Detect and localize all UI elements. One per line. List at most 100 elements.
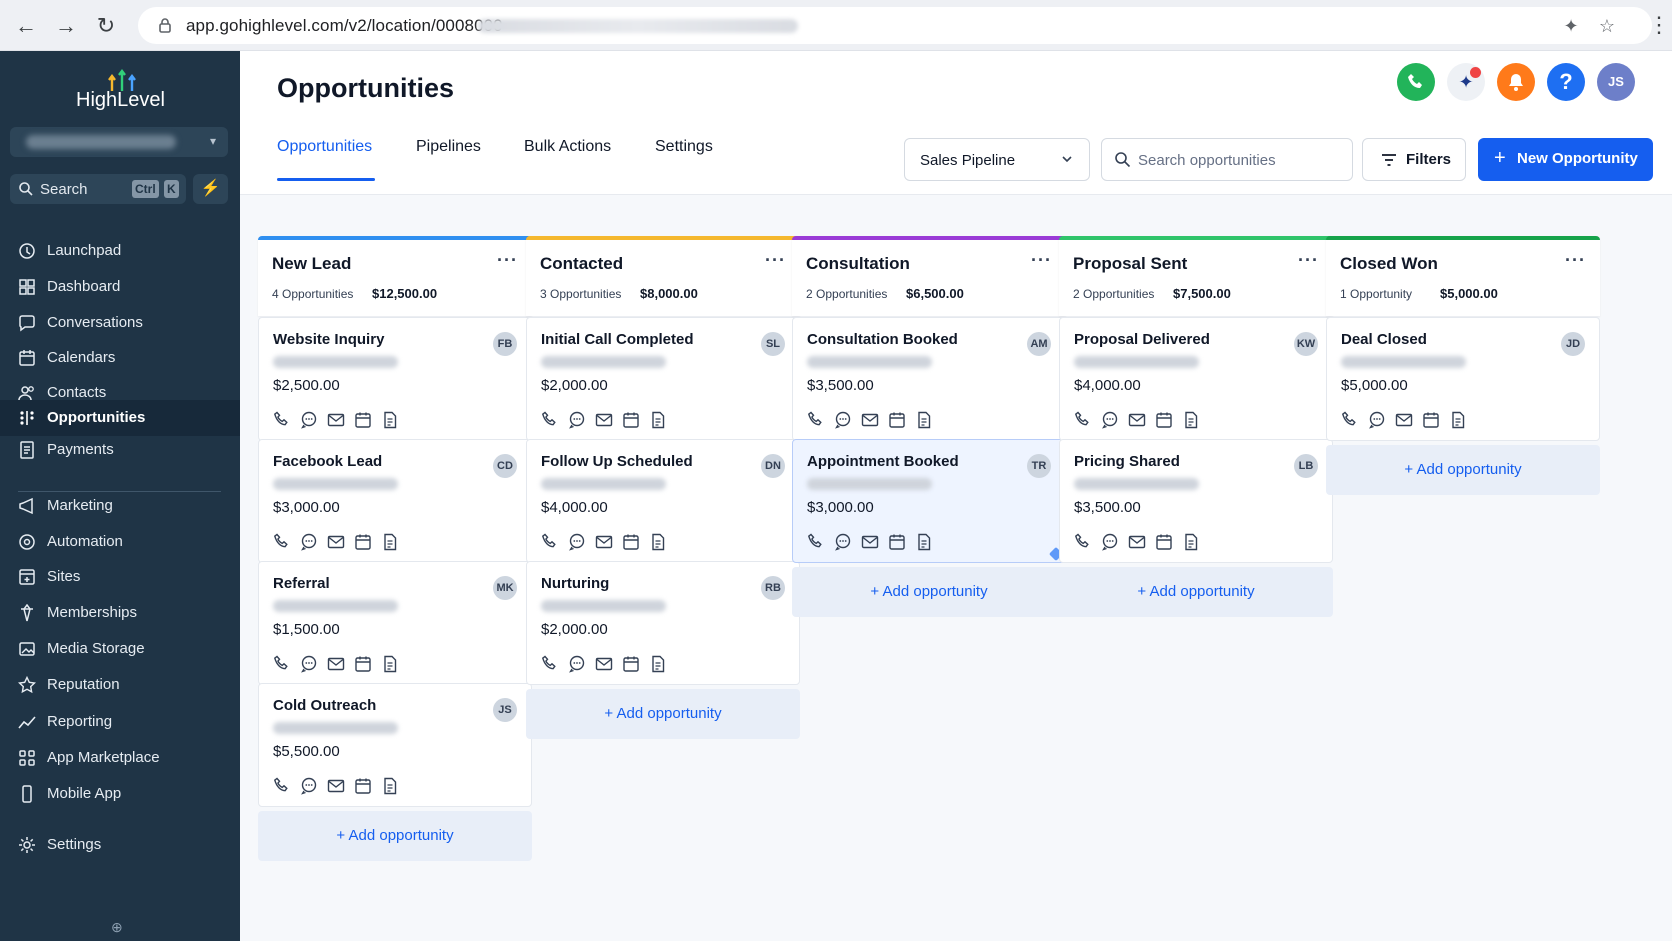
email-icon[interactable] xyxy=(1128,533,1146,551)
sidebar-item-launchpad[interactable]: Launchpad xyxy=(0,233,240,269)
assignee-avatar[interactable]: SL xyxy=(761,332,785,356)
phone-icon[interactable] xyxy=(273,777,291,795)
notes-icon[interactable] xyxy=(649,533,667,551)
opportunity-card[interactable]: Proposal Delivered KW $4,000.00 xyxy=(1059,317,1333,441)
opportunity-card[interactable]: Initial Call Completed SL $2,000.00 xyxy=(526,317,800,441)
new-opportunity-button[interactable]: + New Opportunity xyxy=(1478,138,1653,181)
calendar-icon[interactable] xyxy=(354,533,372,551)
sidebar-item-payments[interactable]: Payments xyxy=(0,432,240,468)
sidebar-item-calendars[interactable]: Calendars xyxy=(0,340,240,376)
sidebar-item-opportunities[interactable]: Opportunities xyxy=(0,400,240,436)
assignee-avatar[interactable]: KW xyxy=(1294,332,1318,356)
sidebar-item-reporting[interactable]: Reporting xyxy=(0,704,240,740)
email-icon[interactable] xyxy=(595,411,613,429)
extension-icon[interactable]: ✦ xyxy=(1560,15,1582,37)
notes-icon[interactable] xyxy=(649,655,667,673)
assignee-avatar[interactable]: JS xyxy=(493,698,517,722)
sidebar-item-dashboard[interactable]: Dashboard xyxy=(0,269,240,305)
add-opportunity-button[interactable]: + Add opportunity xyxy=(526,689,800,739)
address-bar[interactable]: app.gohighlevel.com/v2/location/0008000 … xyxy=(138,7,1652,44)
account-switcher[interactable]: ▾ xyxy=(10,127,228,157)
opportunity-card[interactable]: Cold Outreach JS $5,500.00 xyxy=(258,683,532,807)
help-button[interactable]: ? xyxy=(1547,63,1585,101)
opportunity-card[interactable]: Appointment Booked TR $3,000.00 xyxy=(792,439,1066,563)
email-icon[interactable] xyxy=(861,411,879,429)
search-opportunities-input[interactable] xyxy=(1138,150,1338,170)
opportunity-card[interactable]: Pricing Shared LB $3,500.00 xyxy=(1059,439,1333,563)
assignee-avatar[interactable]: LB xyxy=(1294,454,1318,478)
tab-settings[interactable]: Settings xyxy=(655,138,713,156)
user-avatar[interactable]: JS xyxy=(1597,63,1635,101)
email-icon[interactable] xyxy=(327,655,345,673)
ai-sparkle-button[interactable]: ✦ xyxy=(1447,63,1485,101)
email-icon[interactable] xyxy=(327,411,345,429)
bookmark-star-icon[interactable]: ☆ xyxy=(1596,15,1618,37)
calendar-icon[interactable] xyxy=(354,411,372,429)
add-opportunity-button[interactable]: + Add opportunity xyxy=(1326,445,1600,495)
phone-icon[interactable] xyxy=(541,533,559,551)
sms-icon[interactable] xyxy=(300,411,318,429)
quick-actions-bolt-icon[interactable]: ⚡ xyxy=(193,174,228,204)
sidebar-item-memberships[interactable]: Memberships xyxy=(0,595,240,631)
calendar-icon[interactable] xyxy=(1155,411,1173,429)
sms-icon[interactable] xyxy=(568,533,586,551)
phone-icon[interactable] xyxy=(1341,411,1359,429)
email-icon[interactable] xyxy=(327,533,345,551)
add-opportunity-button[interactable]: + Add opportunity xyxy=(258,811,532,861)
reload-icon[interactable]: ↻ xyxy=(92,12,120,40)
collapse-sidebar-icon[interactable]: ⊕ xyxy=(111,919,123,936)
forward-arrow-icon[interactable]: → xyxy=(52,12,80,40)
sidebar-item-settings[interactable]: Settings xyxy=(0,827,240,863)
opportunity-card[interactable]: Nurturing RB $2,000.00 xyxy=(526,561,800,685)
phone-icon[interactable] xyxy=(273,655,291,673)
phone-icon[interactable] xyxy=(541,655,559,673)
filters-button[interactable]: Filters xyxy=(1362,138,1466,181)
calendar-icon[interactable] xyxy=(888,533,906,551)
sidebar-item-automation[interactable]: Automation xyxy=(0,524,240,560)
assignee-avatar[interactable]: TR xyxy=(1027,454,1051,478)
more-options-icon[interactable]: ··· xyxy=(1298,250,1319,271)
calendar-icon[interactable] xyxy=(1422,411,1440,429)
notes-icon[interactable] xyxy=(649,411,667,429)
notes-icon[interactable] xyxy=(1182,533,1200,551)
notifications-button[interactable] xyxy=(1497,63,1535,101)
more-options-icon[interactable]: ··· xyxy=(497,250,518,271)
sidebar-item-sites[interactable]: Sites xyxy=(0,559,240,595)
phone-icon[interactable] xyxy=(273,533,291,551)
sidebar-item-app-marketplace[interactable]: App Marketplace xyxy=(0,740,240,776)
sms-icon[interactable] xyxy=(568,655,586,673)
sms-icon[interactable] xyxy=(1368,411,1386,429)
opportunity-card[interactable]: Deal Closed JD $5,000.00 xyxy=(1326,317,1600,441)
back-arrow-icon[interactable]: ← xyxy=(12,12,40,40)
sms-icon[interactable] xyxy=(1101,533,1119,551)
opportunity-card[interactable]: Consultation Booked AM $3,500.00 xyxy=(792,317,1066,441)
phone-icon[interactable] xyxy=(273,411,291,429)
sms-icon[interactable] xyxy=(1101,411,1119,429)
sms-icon[interactable] xyxy=(300,533,318,551)
opportunity-card[interactable]: Website Inquiry FB $2,500.00 xyxy=(258,317,532,441)
email-icon[interactable] xyxy=(327,777,345,795)
notes-icon[interactable] xyxy=(381,777,399,795)
pipeline-select[interactable]: Sales Pipeline xyxy=(904,138,1090,181)
calendar-icon[interactable] xyxy=(622,533,640,551)
calendar-icon[interactable] xyxy=(354,655,372,673)
calendar-icon[interactable] xyxy=(1155,533,1173,551)
sms-icon[interactable] xyxy=(834,411,852,429)
phone-icon[interactable] xyxy=(807,411,825,429)
notes-icon[interactable] xyxy=(1449,411,1467,429)
phone-icon[interactable] xyxy=(541,411,559,429)
notes-icon[interactable] xyxy=(381,655,399,673)
highlevel-logo[interactable]: HighLevel xyxy=(68,69,178,113)
sms-icon[interactable] xyxy=(300,777,318,795)
tab-opportunities[interactable]: Opportunities xyxy=(277,138,372,156)
add-opportunity-button[interactable]: + Add opportunity xyxy=(1059,567,1333,617)
sidebar-item-mobile-app[interactable]: Mobile App xyxy=(0,776,240,812)
notes-icon[interactable] xyxy=(381,411,399,429)
more-options-icon[interactable]: ··· xyxy=(1565,250,1586,271)
assignee-avatar[interactable]: AM xyxy=(1027,332,1051,356)
tab-bulk-actions[interactable]: Bulk Actions xyxy=(524,138,611,156)
notes-icon[interactable] xyxy=(915,533,933,551)
calendar-icon[interactable] xyxy=(622,655,640,673)
more-options-icon[interactable]: ··· xyxy=(765,250,786,271)
calendar-icon[interactable] xyxy=(888,411,906,429)
